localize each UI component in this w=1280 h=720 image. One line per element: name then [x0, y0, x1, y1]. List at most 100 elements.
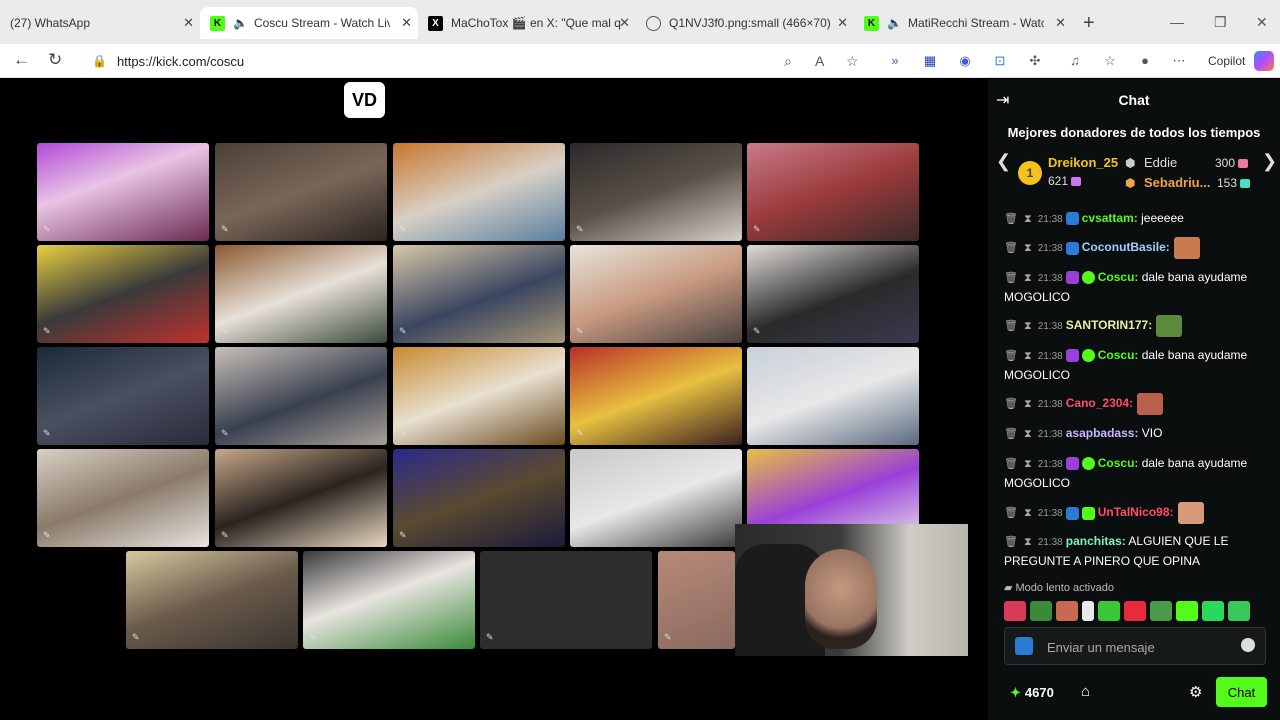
delete-icon[interactable]: 🗑 — [1004, 320, 1018, 332]
delete-icon[interactable]: 🗑 — [1004, 213, 1018, 225]
emoji-picker-icon[interactable] — [1241, 638, 1255, 652]
message-username[interactable]: Coscu: — [1098, 456, 1139, 470]
copilot-label[interactable]: Copilot — [1208, 54, 1245, 68]
delete-icon[interactable]: 🗑 — [1004, 428, 1018, 440]
timeout-icon[interactable]: ⧗ — [1024, 213, 1032, 225]
message-username[interactable]: CoconutBasile: — [1082, 240, 1170, 254]
copilot-icon[interactable] — [1254, 51, 1274, 71]
emote-button[interactable] — [1004, 601, 1026, 621]
video-tile: ✎ — [570, 245, 742, 343]
video-tile: ✎ — [215, 143, 387, 241]
delete-icon[interactable]: 🗑 — [1004, 272, 1018, 284]
timeout-icon[interactable]: ⧗ — [1024, 458, 1032, 470]
channel-points[interactable]: ✦ 4670 — [1010, 685, 1054, 701]
close-icon[interactable]: ✕ — [837, 15, 848, 31]
emote-button[interactable] — [1202, 601, 1224, 621]
maximize-icon[interactable]: ❐ — [1214, 14, 1227, 31]
chat-message-input[interactable] — [1047, 637, 1227, 657]
message-username[interactable]: Cano_2304: — [1066, 396, 1133, 410]
profile-avatar-icon[interactable]: ● — [1136, 52, 1154, 70]
timeout-icon[interactable]: ⧗ — [1024, 398, 1032, 410]
chevron-right-icon[interactable]: ❯ — [1262, 151, 1277, 172]
minimize-icon[interactable]: — — [1170, 14, 1184, 30]
new-tab-button[interactable]: + — [1083, 12, 1095, 35]
chat-message: 🗑 ⧗ 21:38 Coscu: dale bana ayudame MOGOLICO — [1004, 454, 1274, 492]
donor-name[interactable]: Dreikon_25 — [1048, 155, 1118, 170]
favorites-icon[interactable]: ☆ — [1101, 52, 1119, 70]
store-icon[interactable]: ⌂ — [1081, 683, 1090, 700]
message-username[interactable]: asapbadass: — [1066, 426, 1139, 440]
timeout-icon[interactable]: ⧗ — [1024, 242, 1032, 254]
video-tile: ✎ — [393, 449, 565, 547]
chat-panel: ⇥ Chat Mejores donadores de todos los ti… — [988, 79, 1280, 720]
send-chat-button[interactable]: Chat — [1216, 677, 1267, 707]
extension-icon[interactable]: ◉ — [956, 52, 974, 70]
emote-button[interactable] — [1176, 601, 1198, 621]
window-close-icon[interactable]: ✕ — [1256, 14, 1268, 31]
message-username[interactable]: Coscu: — [1098, 348, 1139, 362]
pin-icon: ✎ — [399, 530, 407, 540]
close-icon[interactable]: ✕ — [401, 15, 412, 31]
extension-icon[interactable]: » — [886, 52, 904, 70]
donor-amount: 153 — [1217, 176, 1251, 190]
delete-icon[interactable]: 🗑 — [1004, 242, 1018, 254]
tab-label: Q1NVJ3f0.png:small (466×70) — [669, 16, 831, 30]
favorite-star-icon[interactable]: ☆ — [846, 53, 859, 70]
emote-button[interactable] — [1030, 601, 1052, 621]
video-player[interactable]: VD ✎ ✎ ✎ ✎ ✎ ✎ ✎ ✎ ✎ ✎ ✎ ✎ ✎ ✎ ✎ ✎ ✎ ✎ ✎… — [0, 79, 988, 720]
delete-icon[interactable]: 🗑 — [1004, 458, 1018, 470]
emote-button[interactable] — [1228, 601, 1250, 621]
donor-name[interactable]: Eddie — [1144, 155, 1177, 170]
timeout-icon[interactable]: ⧗ — [1024, 272, 1032, 284]
timeout-icon[interactable]: ⧗ — [1024, 507, 1032, 519]
back-arrow-icon[interactable]: ← — [13, 50, 30, 70]
reload-icon[interactable]: ↻ — [48, 50, 62, 70]
tab-image[interactable]: Q1NVJ3f0.png:small (466×70) ✕ — [636, 7, 854, 39]
kicks-gem-icon — [1071, 177, 1082, 187]
emote-button[interactable] — [1098, 601, 1120, 621]
timeout-icon[interactable]: ⧗ — [1024, 536, 1032, 548]
timeout-icon[interactable]: ⧗ — [1024, 350, 1032, 362]
message-username[interactable]: Coscu: — [1098, 270, 1139, 284]
delete-icon[interactable]: 🗑 — [1004, 398, 1018, 410]
tab-coscu-stream[interactable]: K 🔈 Coscu Stream - Watch Live ✕ — [200, 7, 418, 39]
close-icon[interactable]: ✕ — [1055, 15, 1066, 31]
extensions-puzzle-icon[interactable]: ✣ — [1026, 52, 1044, 70]
screenshot-icon[interactable]: ⊡ — [991, 52, 1009, 70]
tab-whatsapp[interactable]: (27) WhatsApp ✕ — [0, 7, 200, 39]
message-username[interactable]: UnTalNico98: — [1098, 505, 1174, 519]
message-username[interactable]: cvsattam: — [1082, 211, 1138, 225]
emote-button[interactable] — [1082, 601, 1094, 621]
speaker-muted-icon[interactable]: 🔈 — [887, 16, 902, 30]
media-icon[interactable]: ♫ — [1066, 52, 1084, 70]
delete-icon[interactable]: 🗑 — [1004, 507, 1018, 519]
emote-button[interactable] — [1056, 601, 1078, 621]
chevron-left-icon[interactable]: ❮ — [996, 151, 1011, 172]
gift-badge-icon — [1081, 506, 1095, 520]
message-username[interactable]: SANTORIN177: — [1066, 318, 1152, 332]
pin-icon: ✎ — [221, 326, 229, 336]
tab-matirecchi-stream[interactable]: K 🔈 MatiRecchi Stream - Watch ✕ — [854, 7, 1072, 39]
delete-icon[interactable]: 🗑 — [1004, 536, 1018, 548]
video-tile: ✎ — [37, 449, 209, 547]
donor-name[interactable]: Sebadriu... — [1144, 175, 1210, 190]
more-options-icon[interactable]: ⋯ — [1170, 52, 1188, 70]
gear-icon[interactable]: ⚙ — [1189, 683, 1202, 701]
url-field[interactable]: 🔒 https://kick.com/coscu — [80, 47, 870, 75]
read-aloud-icon[interactable]: A — [815, 53, 824, 69]
emote-button[interactable] — [1150, 601, 1172, 621]
speaker-muted-icon[interactable]: 🔈 — [233, 16, 248, 30]
zoom-icon[interactable]: ⌕ — [784, 53, 792, 70]
extension-icon[interactable]: ▦ — [921, 52, 939, 70]
delete-icon[interactable]: 🗑 — [1004, 350, 1018, 362]
close-icon[interactable]: ✕ — [619, 15, 630, 31]
emote-icon — [1173, 237, 1200, 259]
tab-x-post[interactable]: X MaChoTox 🎬 en X: "Que mal q ✕ — [418, 7, 636, 39]
chat-messages[interactable]: 🗑 ⧗ 21:38 cvsattam: jeeeeee 🗑 ⧗ 21:38 CoconutB… — [988, 207, 1280, 587]
close-icon[interactable]: ✕ — [183, 15, 194, 31]
timeout-icon[interactable]: ⧗ — [1024, 320, 1032, 332]
pin-icon: ✎ — [43, 326, 51, 336]
timeout-icon[interactable]: ⧗ — [1024, 428, 1032, 440]
emote-button[interactable] — [1124, 601, 1146, 621]
message-username[interactable]: panchitas: — [1066, 534, 1126, 548]
